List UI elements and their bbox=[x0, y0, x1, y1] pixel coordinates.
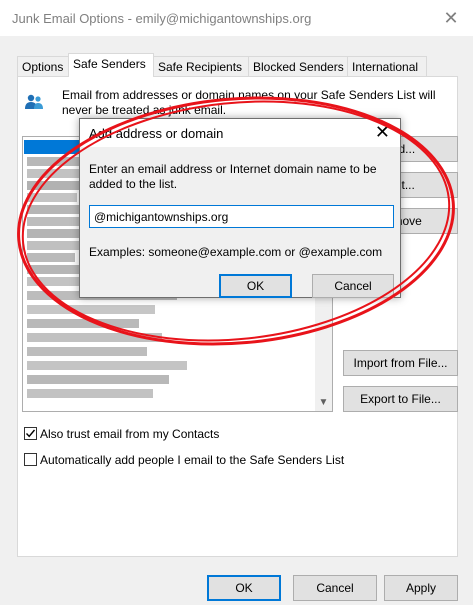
close-icon[interactable]: ✕ bbox=[439, 6, 463, 30]
auto-add-checkbox[interactable] bbox=[24, 453, 37, 466]
cancel-button[interactable]: Cancel bbox=[293, 575, 377, 601]
chevron-down-icon[interactable]: ▼ bbox=[315, 394, 332, 411]
dialog-title: Add address or domain bbox=[89, 126, 224, 141]
tab-safe-senders[interactable]: Safe Senders bbox=[68, 53, 154, 77]
tab-blocked-senders[interactable]: Blocked Senders bbox=[248, 56, 348, 76]
dialog-title-bar: Add address or domain ✕ bbox=[80, 119, 400, 147]
tab-label: International bbox=[352, 60, 419, 74]
cancel-button-label: Cancel bbox=[316, 581, 354, 595]
dialog-cancel-label: Cancel bbox=[334, 279, 372, 293]
auto-add-label: Automatically add people I email to the … bbox=[40, 453, 345, 467]
tab-label: Safe Senders bbox=[73, 57, 146, 71]
tab-label: Blocked Senders bbox=[253, 60, 344, 74]
checkmark-icon bbox=[25, 429, 36, 438]
export-button-label: Export to File... bbox=[360, 392, 441, 406]
tab-label: Safe Recipients bbox=[158, 60, 243, 74]
window-title: Junk Email Options - emily@michigantowns… bbox=[12, 11, 312, 26]
tab-options[interactable]: Options bbox=[17, 56, 69, 76]
title-bar: Junk Email Options - emily@michigantowns… bbox=[0, 0, 473, 36]
apply-button-label: Apply bbox=[405, 581, 437, 595]
people-icon bbox=[25, 94, 43, 109]
address-input[interactable] bbox=[89, 205, 394, 228]
description-text: Email from addresses or domain names on … bbox=[62, 88, 436, 117]
trust-contacts-label: Also trust email from my Contacts bbox=[40, 427, 220, 441]
ok-button-label: OK bbox=[235, 581, 253, 595]
export-to-file-button[interactable]: Export to File... bbox=[343, 386, 458, 412]
add-address-dialog: Add address or domain ✕ Enter an email a… bbox=[79, 118, 401, 298]
import-from-file-button[interactable]: Import from File... bbox=[343, 350, 458, 376]
junk-email-options-window: Junk Email Options - emily@michigantowns… bbox=[0, 0, 473, 605]
tab-label: Options bbox=[22, 60, 64, 74]
tab-international[interactable]: International bbox=[347, 56, 427, 76]
tab-safe-recipients[interactable]: Safe Recipients bbox=[153, 56, 249, 76]
dialog-cancel-button[interactable]: Cancel bbox=[312, 274, 394, 298]
apply-button[interactable]: Apply bbox=[384, 575, 458, 601]
ok-button[interactable]: OK bbox=[207, 575, 281, 601]
dialog-ok-label: OK bbox=[246, 279, 265, 293]
dialog-ok-button[interactable]: OK bbox=[219, 274, 292, 298]
close-icon[interactable]: ✕ bbox=[375, 122, 390, 142]
examples-text: Examples: someone@example.com or @exampl… bbox=[89, 245, 383, 259]
import-button-label: Import from File... bbox=[353, 356, 448, 370]
trust-contacts-checkbox[interactable] bbox=[24, 427, 37, 440]
dialog-message: Enter an email address or Internet domai… bbox=[89, 162, 377, 191]
